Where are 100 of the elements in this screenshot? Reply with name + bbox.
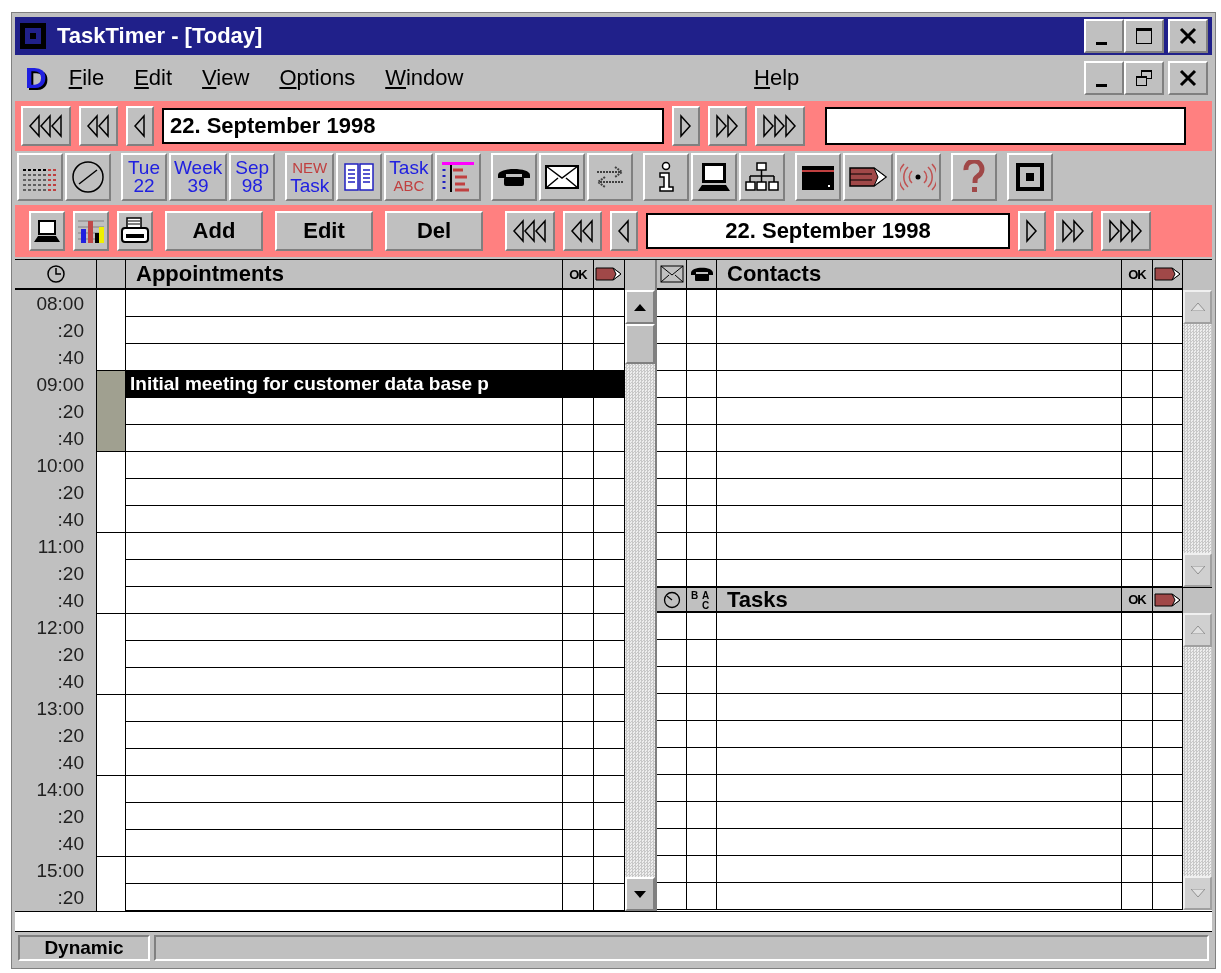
close-button[interactable]: [1168, 61, 1208, 95]
column-header: Tasks: [717, 587, 1122, 613]
menu-item[interactable]: Edit: [134, 65, 173, 91]
info-button[interactable]: [643, 153, 690, 201]
app-logo: D: [25, 61, 47, 95]
appointment-cell[interactable]: [126, 830, 563, 857]
text-field[interactable]: [825, 107, 1186, 145]
forward-button[interactable]: [755, 106, 805, 146]
appointment-cell[interactable]: [126, 452, 563, 479]
phone-button[interactable]: [491, 153, 538, 201]
time-label: 15:00: [15, 857, 97, 884]
new-task-button[interactable]: NEW Task: [285, 153, 335, 201]
appointment-cell[interactable]: [126, 641, 563, 668]
back-button[interactable]: [505, 211, 555, 251]
table-cell: [657, 533, 687, 560]
appointment-cell[interactable]: [126, 695, 563, 722]
appointment-cell[interactable]: [126, 317, 563, 344]
forward-button[interactable]: [1101, 211, 1151, 251]
action-button[interactable]: Del: [385, 211, 483, 251]
back-button[interactable]: [563, 211, 602, 251]
forward-button[interactable]: [1054, 211, 1093, 251]
chart-button[interactable]: [73, 211, 109, 251]
back-button[interactable]: [610, 211, 638, 251]
close-button[interactable]: [1168, 19, 1208, 53]
appointment-cell[interactable]: [126, 884, 563, 911]
back-button[interactable]: [79, 106, 118, 146]
documents-button[interactable]: [336, 153, 383, 201]
table-cell: [1122, 748, 1153, 775]
scrollbar[interactable]: [625, 290, 655, 911]
mail-button[interactable]: [539, 153, 586, 201]
print-button[interactable]: [117, 211, 153, 251]
appointment-cell[interactable]: [126, 857, 563, 884]
table-cell: [1122, 829, 1153, 856]
minimize-button[interactable]: [1084, 19, 1124, 53]
date-view-button[interactable]: Week 39: [169, 153, 228, 201]
table-cell: [657, 775, 687, 802]
appointment-cell[interactable]: [126, 479, 563, 506]
column-header: Appointments: [126, 260, 563, 290]
restore-icon: [1134, 68, 1154, 88]
appointment-cell[interactable]: [126, 803, 563, 830]
appointment-cell[interactable]: [126, 398, 563, 425]
help-button[interactable]: [951, 153, 998, 201]
appointment-cell[interactable]: [126, 506, 563, 533]
down-arrow-icon: [1190, 889, 1205, 897]
table-cell: [687, 640, 717, 667]
table-cell: [563, 317, 594, 344]
signal-button[interactable]: [895, 153, 942, 201]
appointment-cell[interactable]: [126, 749, 563, 776]
exit-button[interactable]: [1007, 153, 1054, 201]
computer-button[interactable]: [29, 211, 65, 251]
appointment-cell[interactable]: Initial meeting for customer data base p: [126, 371, 625, 398]
date-field[interactable]: 22. September 1998: [646, 213, 1010, 249]
appointment-cell[interactable]: [126, 614, 563, 641]
hierarchy-button[interactable]: [739, 153, 786, 201]
appointment-cell[interactable]: [126, 425, 563, 452]
table-cell: [1122, 317, 1153, 344]
forward-button[interactable]: [1018, 211, 1046, 251]
menu-item[interactable]: Options: [279, 65, 356, 91]
minimize-button[interactable]: [1084, 61, 1124, 95]
table-cell: [563, 398, 594, 425]
appointment-cell[interactable]: [126, 776, 563, 803]
action-button[interactable]: Add: [165, 211, 263, 251]
restore-button[interactable]: [1124, 61, 1164, 95]
appointment-cell[interactable]: [126, 668, 563, 695]
time-label: :20: [15, 722, 97, 749]
edit-button[interactable]: [843, 153, 894, 201]
menu-item[interactable]: View: [202, 65, 250, 91]
time-label: :40: [15, 587, 97, 614]
date-view-button[interactable]: Sep 98: [229, 153, 276, 201]
forward-button[interactable]: [708, 106, 747, 146]
archive-button[interactable]: [795, 153, 842, 201]
table-cell: [687, 721, 717, 748]
scroll-thumb[interactable]: [625, 324, 655, 364]
date-view-button[interactable]: Tue 22: [121, 153, 167, 201]
task-list-button[interactable]: Task ABC: [384, 153, 434, 201]
calendar-button[interactable]: [17, 153, 63, 201]
back-button[interactable]: [126, 106, 154, 146]
appointment-cell[interactable]: [126, 587, 563, 614]
time-label: :40: [15, 506, 97, 533]
maximize-button[interactable]: [1124, 19, 1164, 53]
menu-item[interactable]: Window: [385, 65, 464, 91]
action-button[interactable]: Edit: [275, 211, 373, 251]
computer-button[interactable]: [691, 153, 738, 201]
table-cell: [563, 452, 594, 479]
table-cell: [687, 317, 717, 344]
table-cell: [687, 667, 717, 694]
outline-button[interactable]: [435, 153, 482, 201]
transfer-button[interactable]: [587, 153, 634, 201]
back-button[interactable]: [21, 106, 71, 146]
date-field[interactable]: 22. September 1998: [162, 108, 664, 144]
clock-button[interactable]: [65, 153, 111, 201]
menu-item[interactable]: File: [68, 65, 105, 91]
forward-button[interactable]: [672, 106, 700, 146]
appointment-cell[interactable]: [126, 290, 563, 317]
maximize-icon: [1134, 26, 1154, 46]
appointment-cell[interactable]: [126, 560, 563, 587]
menu-item[interactable]: Help: [754, 65, 800, 91]
column-header: OK: [563, 260, 594, 290]
appointment-cell[interactable]: [126, 722, 563, 749]
appointment-cell[interactable]: [126, 533, 563, 560]
